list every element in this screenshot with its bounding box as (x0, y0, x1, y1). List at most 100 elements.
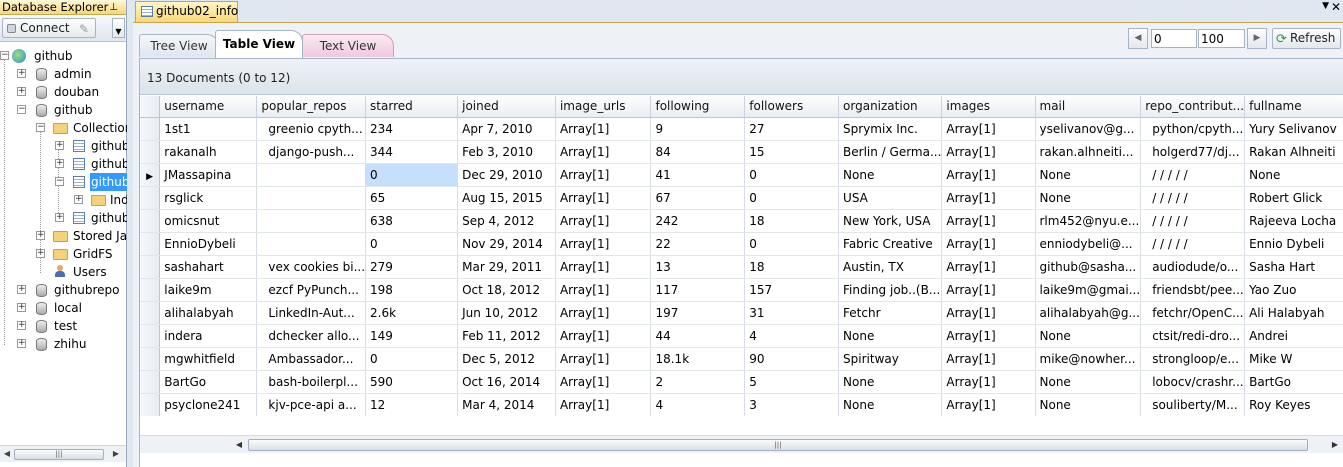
table-cell[interactable]: Andrei (1244, 324, 1343, 348)
table-cell[interactable]: Array[1] (555, 301, 652, 325)
document-tab[interactable]: github02_info (135, 1, 238, 22)
plug-icon[interactable]: ✎ (79, 20, 89, 38)
row-header[interactable] (140, 117, 161, 141)
collapse-icon[interactable]: − (36, 123, 45, 132)
table-cell[interactable]: Dec 29, 2010 (457, 163, 556, 187)
table-cell[interactable]: Fetchr (838, 301, 943, 325)
table-cell[interactable]: enniodybeli@... (1035, 232, 1142, 256)
table-cell[interactable]: Ennio Dybeli (1244, 232, 1343, 256)
table-cell[interactable]: ezcf PyPunch... (256, 278, 367, 302)
column-header[interactable]: popular_repos (256, 96, 367, 118)
table-cell[interactable]: Nov 29, 2014 (457, 232, 556, 256)
table-cell[interactable]: rakan.alhneiti... (1035, 140, 1142, 164)
table-cell[interactable]: 18 (744, 255, 840, 279)
table-cell[interactable]: None (838, 163, 943, 187)
table-row[interactable]: 1st1 greenio cpyth... 234 Apr 7, 2010 Array[… (140, 117, 1343, 141)
table-row[interactable]: BartGo bash-boilerpl... 590 Oct 16, 2014 Arr… (140, 370, 1343, 394)
table-cell[interactable]: 90 (744, 347, 840, 371)
table-cell[interactable]: Array[1] (555, 232, 652, 256)
table-cell[interactable]: Array[1] (555, 186, 652, 210)
table-cell[interactable]: kjv-pce-api a... (256, 393, 367, 416)
scroll-thumb[interactable]: ||| (14, 449, 104, 460)
table-cell[interactable]: 149 (365, 324, 459, 348)
table-cell[interactable]: Array[1] (941, 186, 1036, 210)
table-cell[interactable]: Oct 18, 2012 (457, 278, 556, 302)
expand-icon[interactable]: + (17, 285, 26, 294)
table-row[interactable]: psyclone241 kjv-pce-api a... 12 Mar 4, 2014… (140, 393, 1343, 416)
table-cell[interactable]: rsglick (159, 186, 258, 210)
previous-page-button[interactable]: ◀ (1128, 28, 1148, 49)
table-cell[interactable]: alihalabyah@g... (1035, 301, 1142, 325)
column-header[interactable]: followers (744, 96, 840, 118)
table-cell[interactable]: Fabric Creative (838, 232, 943, 256)
table-row[interactable]: alihalabyah LinkedIn-Aut... 2.6k Jun 10, 20… (140, 301, 1343, 325)
table-cell[interactable]: Spiritway (838, 347, 943, 371)
table-cell[interactable]: Rajeeva Locha (1244, 209, 1343, 233)
table-cell[interactable]: 67 (650, 186, 746, 210)
table-cell[interactable]: github@sasha... (1035, 255, 1142, 279)
table-cell[interactable] (256, 186, 367, 210)
table-cell[interactable]: Mike W (1244, 347, 1343, 371)
table-cell[interactable]: Ambassador... (256, 347, 367, 371)
table-cell[interactable]: 4 (744, 324, 840, 348)
table-row[interactable]: laike9m ezcf PyPunch... 198 Oct 18, 2012 Arr… (140, 278, 1343, 302)
table-cell[interactable]: mike@nowher... (1035, 347, 1142, 371)
refresh-button[interactable]: ⟳ Refresh (1272, 28, 1341, 49)
table-row[interactable]: rsglick 65 Aug 15, 2015 Array[1] 67 0 USA Array… (140, 186, 1343, 210)
collapse-icon[interactable]: − (0, 51, 9, 60)
tree-horizontal-scrollbar[interactable]: ◀ ||| ▶ (0, 445, 126, 462)
toolbar-dropdown[interactable]: ▼ (112, 18, 125, 38)
column-header[interactable]: mail (1035, 96, 1142, 118)
table-cell[interactable]: ctsit/redi-dro... (1140, 324, 1246, 348)
table-cell[interactable]: None (1244, 163, 1343, 187)
table-cell[interactable]: Array[1] (941, 301, 1036, 325)
table-cell[interactable]: 0 (744, 232, 840, 256)
table-row[interactable]: EnnioDybeli 0 Nov 29, 2014 Array[1] 22 0 Fabri… (140, 232, 1343, 256)
table-cell[interactable]: Sep 4, 2012 (457, 209, 556, 233)
expand-icon[interactable]: + (36, 249, 45, 258)
table-row[interactable]: rakanalh django-push... 344 Feb 3, 2010 Arra… (140, 140, 1343, 164)
table-cell[interactable]: 1st1 (159, 117, 258, 141)
table-cell[interactable]: bash-boilerpl... (256, 370, 367, 394)
table-cell[interactable]: Robert Glick (1244, 186, 1343, 210)
skip-input[interactable] (1151, 29, 1197, 48)
close-icon[interactable]: ✕ (1331, 0, 1341, 14)
table-cell[interactable]: 65 (365, 186, 459, 210)
table-cell[interactable]: Array[1] (555, 393, 652, 416)
table-cell[interactable]: Array[1] (941, 209, 1036, 233)
table-cell[interactable]: Sprymix Inc. (838, 117, 943, 141)
table-cell[interactable]: None (1035, 370, 1142, 394)
table-cell[interactable]: 2 (650, 370, 746, 394)
table-cell[interactable] (256, 232, 367, 256)
table-cell[interactable]: None (838, 324, 943, 348)
table-cell[interactable]: psyclone241 (159, 393, 258, 416)
table-cell[interactable]: sashahart (159, 255, 258, 279)
table-cell[interactable]: Array[1] (555, 370, 652, 394)
scroll-left-icon[interactable]: ◀ (232, 439, 246, 451)
table-cell[interactable]: 13 (650, 255, 746, 279)
table-row[interactable]: omicsnut 638 Sep 4, 2012 Array[1] 242 18 New Y… (140, 209, 1343, 233)
table-cell[interactable]: django-push... (256, 140, 367, 164)
table-cell[interactable]: Yury Selivanov (1244, 117, 1343, 141)
table-cell[interactable]: 84 (650, 140, 746, 164)
table-cell[interactable]: 31 (744, 301, 840, 325)
table-cell[interactable]: Array[1] (555, 324, 652, 348)
tab-table-view[interactable]: Table View (215, 30, 303, 58)
table-cell[interactable]: 15 (744, 140, 840, 164)
table-cell[interactable]: 242 (650, 209, 746, 233)
table-cell[interactable]: Finding job..(B... (838, 278, 943, 302)
table-cell[interactable]: BartGo (159, 370, 258, 394)
expand-icon[interactable]: + (17, 87, 26, 96)
table-cell[interactable]: Array[1] (941, 163, 1036, 187)
table-cell[interactable]: BartGo (1244, 370, 1343, 394)
table-cell[interactable]: None (1035, 163, 1142, 187)
table-cell[interactable]: 0 (365, 163, 459, 187)
table-cell[interactable]: None (838, 393, 943, 416)
table-cell[interactable]: audiodude/o... (1140, 255, 1246, 279)
row-header[interactable] (140, 255, 161, 279)
table-cell[interactable]: USA (838, 186, 943, 210)
table-row[interactable]: mgwhitfield Ambassador... 0 Dec 5, 2012 Arra… (140, 347, 1343, 371)
table-row[interactable]: ▶ JMassapina 0 Dec 29, 2010 Array[1] 41 0 None A… (140, 163, 1343, 187)
table-cell[interactable]: Array[1] (941, 140, 1036, 164)
table-cell[interactable]: None (1035, 324, 1142, 348)
